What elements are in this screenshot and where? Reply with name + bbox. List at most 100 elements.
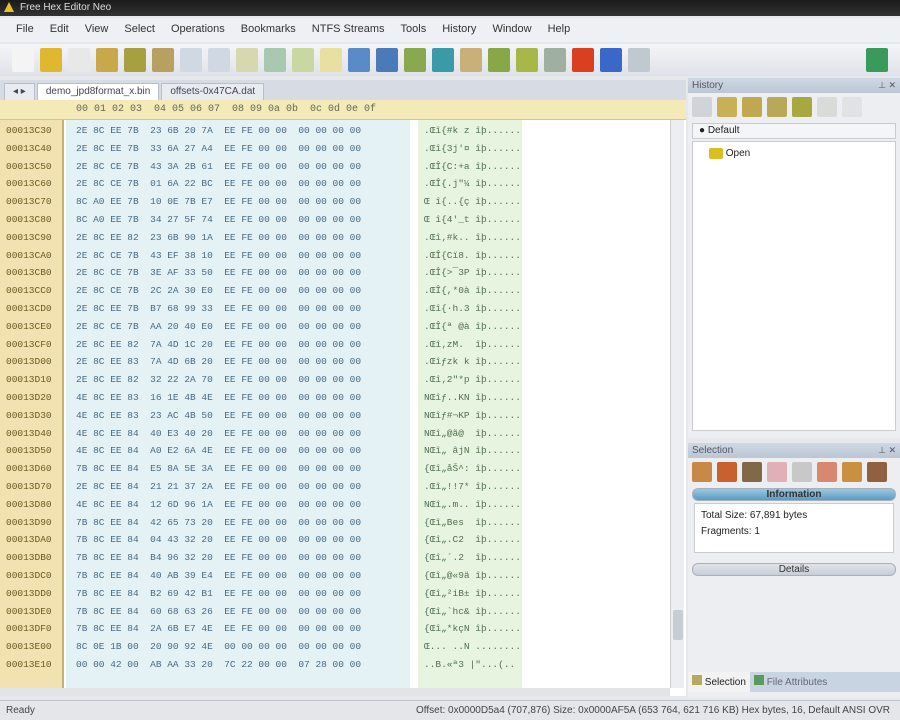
menu-help[interactable]: Help: [548, 23, 571, 42]
hex-row[interactable]: 00013E10 00 00 42 00 AB AA 33 20 7C 22 00…: [0, 656, 670, 674]
row-hex-bytes[interactable]: 4E 8C EE 83 16 1E 4B 4E EE FE 00 00 00 0…: [76, 392, 361, 403]
row-ascii[interactable]: .Œî{3j'¤ îþ......: [424, 143, 521, 154]
row-ascii[interactable]: {Œî„²iB± îþ......: [424, 588, 521, 599]
tab-document-2[interactable]: offsets-0x47CA.dat: [161, 83, 265, 100]
row-ascii[interactable]: .ŒÎ{>¯3P îþ......: [424, 267, 521, 278]
row-ascii[interactable]: .Œî‚zM. îþ......: [424, 339, 521, 350]
hex-row[interactable]: 00013CF0 2E 8C EE 82 7A 4D 1C 20 EE FE 00…: [0, 336, 670, 354]
hex-row[interactable]: 00013C60 2E 8C CE 7B 01 6A 22 BC EE FE 00…: [0, 175, 670, 193]
tab-nav-button[interactable]: ◂ ▸: [4, 83, 35, 100]
details-section-button[interactable]: Details: [692, 563, 896, 576]
row-ascii[interactable]: NŒîƒ#¬KP îþ......: [424, 410, 521, 421]
save-icon[interactable]: [96, 48, 118, 72]
row-hex-bytes[interactable]: 2E 8C CE 7B 2C 2A 30 E0 EE FE 00 00 00 0…: [76, 285, 361, 296]
hex-row[interactable]: 00013D00 2E 8C EE 83 7A 4D 6B 20 EE FE 00…: [0, 353, 670, 371]
tab-selection[interactable]: Selection: [688, 672, 750, 692]
row-ascii[interactable]: NŒî„.m.. îþ......: [424, 499, 521, 510]
row-ascii[interactable]: {Œî„´.2 îþ......: [424, 552, 521, 563]
hex-row[interactable]: 00013C70 8C A0 EE 7B 10 0E 7B E7 EE FE 00…: [0, 193, 670, 211]
row-ascii[interactable]: .Œî‚2"*p îþ......: [424, 374, 521, 385]
hex-row[interactable]: 00013D80 4E 8C EE 84 12 6D 96 1A EE FE 00…: [0, 496, 670, 514]
menu-window[interactable]: Window: [492, 23, 531, 42]
row-hex-bytes[interactable]: 2E 8C EE 7B 23 6B 20 7A EE FE 00 00 00 0…: [76, 125, 361, 136]
menu-file[interactable]: File: [16, 23, 34, 42]
hex-row[interactable]: 00013C30 2E 8C EE 7B 23 6B 20 7A EE FE 00…: [0, 122, 670, 140]
hex-row[interactable]: 00013CE0 2E 8C CE 7B AA 20 40 E0 EE FE 00…: [0, 318, 670, 336]
menu-bookmarks[interactable]: Bookmarks: [241, 23, 296, 42]
row-hex-bytes[interactable]: 7B 8C EE 84 B4 96 32 20 EE FE 00 00 00 0…: [76, 552, 361, 563]
menu-tools[interactable]: Tools: [401, 23, 427, 42]
history-export-icon[interactable]: [842, 97, 862, 117]
undo-icon[interactable]: [692, 97, 712, 117]
recent-icon[interactable]: [68, 48, 90, 72]
row-ascii[interactable]: {Œî„.C2 îþ......: [424, 534, 521, 545]
row-ascii[interactable]: .ŒÎ{C:+a îþ......: [424, 161, 521, 172]
load-selection-icon[interactable]: [842, 462, 862, 482]
hex-row[interactable]: 00013C80 8C A0 EE 7B 34 27 5F 74 EE FE 00…: [0, 211, 670, 229]
row-hex-bytes[interactable]: 2E 8C EE 7B B7 68 99 33 EE FE 00 00 00 0…: [76, 303, 361, 314]
row-ascii[interactable]: ..B.«ª3 |"...(..: [424, 659, 515, 670]
row-hex-bytes[interactable]: 7B 8C EE 84 2A 6B E7 4E EE FE 00 00 00 0…: [76, 623, 361, 634]
row-ascii[interactable]: {Œî„Bes îþ......: [424, 517, 521, 528]
hex-row[interactable]: 00013CA0 2E 8C CE 7B 43 EF 38 10 EE FE 00…: [0, 247, 670, 265]
row-hex-bytes[interactable]: 2E 8C EE 84 21 21 37 2A EE FE 00 00 00 0…: [76, 481, 361, 492]
menu-history[interactable]: History: [442, 23, 476, 42]
history-tab-default[interactable]: ● Default: [692, 123, 896, 139]
row-ascii[interactable]: .Œî„!!7* îþ......: [424, 481, 521, 492]
replace-icon[interactable]: [404, 48, 426, 72]
row-hex-bytes[interactable]: 2E 8C CE 7B 43 3A 2B 61 EE FE 00 00 00 0…: [76, 161, 361, 172]
row-ascii[interactable]: .Œî{#k z îþ......: [424, 125, 521, 136]
history-step-icon[interactable]: [742, 97, 762, 117]
hex-row[interactable]: 00013D40 4E 8C EE 84 40 E3 40 20 EE FE 00…: [0, 425, 670, 443]
row-ascii[interactable]: .Œîƒzk k îþ......: [424, 356, 521, 367]
clipboard-icon[interactable]: [292, 48, 314, 72]
row-ascii[interactable]: .ŒÎ{,*0à îþ......: [424, 285, 521, 296]
select-all-icon[interactable]: [692, 462, 712, 482]
row-ascii[interactable]: {Œî„`hc& îþ......: [424, 606, 521, 617]
menu-view[interactable]: View: [85, 23, 109, 42]
refresh-icon[interactable]: [544, 48, 566, 72]
hex-row[interactable]: 00013DB0 7B 8C EE 84 B4 96 32 20 EE FE 00…: [0, 549, 670, 567]
layout-icon[interactable]: [628, 48, 650, 72]
history-merge-icon[interactable]: [767, 97, 787, 117]
hex-row[interactable]: 00013CD0 2E 8C EE 7B B7 68 99 33 EE FE 00…: [0, 300, 670, 318]
home-icon[interactable]: [460, 48, 482, 72]
row-ascii[interactable]: Œ î{..{ç îþ......: [424, 196, 521, 207]
paste-special-icon[interactable]: [264, 48, 286, 72]
tab-file-attributes[interactable]: File Attributes: [750, 672, 831, 692]
row-ascii[interactable]: .ŒÎ{ª @à îþ......: [424, 321, 521, 332]
row-ascii[interactable]: .Œî{·h.3 îþ......: [424, 303, 521, 314]
row-ascii[interactable]: Œ... ..N ........: [424, 641, 521, 652]
row-hex-bytes[interactable]: 7B 8C EE 84 42 65 73 20 EE FE 00 00 00 0…: [76, 517, 361, 528]
row-hex-bytes[interactable]: 7B 8C EE 84 04 43 32 20 EE FE 00 00 00 0…: [76, 534, 361, 545]
row-ascii[interactable]: .ŒÎ{Cï8. îþ......: [424, 250, 521, 261]
row-ascii[interactable]: {Œî„@«9ä îþ......: [424, 570, 521, 581]
row-hex-bytes[interactable]: 4E 8C EE 84 40 E3 40 20 EE FE 00 00 00 0…: [76, 428, 361, 439]
goto-icon[interactable]: [432, 48, 454, 72]
invert-selection-icon[interactable]: [767, 462, 787, 482]
hex-row[interactable]: 00013E00 8C 0E 1B 00 20 90 92 4E 00 00 00…: [0, 638, 670, 656]
bookmark-icon[interactable]: [320, 48, 342, 72]
hex-row[interactable]: 00013DE0 7B 8C EE 84 60 68 63 26 EE FE 00…: [0, 603, 670, 621]
hex-row[interactable]: 00013D10 2E 8C EE 82 32 22 2A 70 EE FE 00…: [0, 371, 670, 389]
row-hex-bytes[interactable]: 2E 8C EE 82 7A 4D 1C 20 EE FE 00 00 00 0…: [76, 339, 361, 350]
calculator-icon[interactable]: [572, 48, 594, 72]
open-folder-icon[interactable]: [40, 48, 62, 72]
row-hex-bytes[interactable]: 4E 8C EE 84 12 6D 96 1A EE FE 00 00 00 0…: [76, 499, 361, 510]
hex-row[interactable]: 00013DD0 7B 8C EE 84 B2 69 42 B1 EE FE 00…: [0, 585, 670, 603]
hex-row[interactable]: 00013C90 2E 8C EE 82 23 6B 90 1A EE FE 00…: [0, 229, 670, 247]
row-ascii[interactable]: {Œî„åŠ^: îþ......: [424, 463, 521, 474]
menu-select[interactable]: Select: [124, 23, 155, 42]
row-ascii[interactable]: NŒîƒ..KN îþ......: [424, 392, 521, 403]
row-hex-bytes[interactable]: 7B 8C EE 84 60 68 63 26 EE FE 00 00 00 0…: [76, 606, 361, 617]
row-hex-bytes[interactable]: 4E 8C EE 83 23 AC 4B 50 EE FE 00 00 00 0…: [76, 410, 361, 421]
row-hex-bytes[interactable]: 2E 8C EE 83 7A 4D 6B 20 EE FE 00 00 00 0…: [76, 356, 361, 367]
print-icon[interactable]: [152, 48, 174, 72]
save-selection-icon[interactable]: [817, 462, 837, 482]
menu-edit[interactable]: Edit: [50, 23, 69, 42]
select-block-icon[interactable]: [717, 462, 737, 482]
find-icon[interactable]: [348, 48, 370, 72]
hex-row[interactable]: 00013DF0 7B 8C EE 84 2A 6B E7 4E EE FE 00…: [0, 620, 670, 638]
row-hex-bytes[interactable]: 8C 0E 1B 00 20 90 92 4E 00 00 00 00 00 0…: [76, 641, 361, 652]
row-hex-bytes[interactable]: 2E 8C CE 7B 3E AF 33 50 EE FE 00 00 00 0…: [76, 267, 361, 278]
